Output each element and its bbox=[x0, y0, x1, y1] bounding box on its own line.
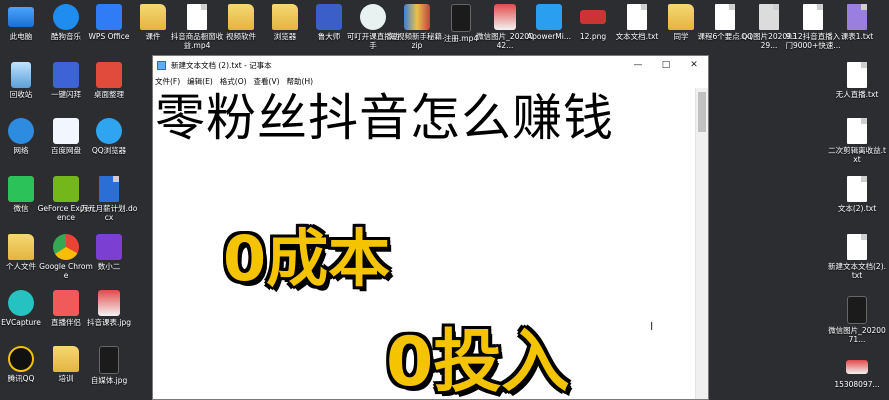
menu-help[interactable]: 帮助(H) bbox=[287, 76, 314, 87]
wanyuan-docx-icon[interactable]: 万元月薪计划.docx bbox=[80, 176, 138, 222]
overlay-text-zero-investment: 0投入 bbox=[386, 323, 570, 399]
live-icon bbox=[360, 4, 386, 30]
video-file-icon bbox=[451, 4, 471, 32]
text-file-icon bbox=[803, 4, 823, 30]
nvidia-icon bbox=[53, 176, 79, 202]
text-file-icon bbox=[847, 176, 867, 202]
text-file-icon bbox=[847, 62, 867, 88]
computer-icon bbox=[8, 7, 34, 27]
close-button[interactable]: ✕ bbox=[680, 56, 708, 74]
folder-icon bbox=[668, 4, 694, 30]
notepad-icon bbox=[157, 60, 166, 70]
new-doc2-txt-icon[interactable]: 新建文本文档(2).txt bbox=[828, 234, 886, 280]
text-editor[interactable]: 零粉丝抖音怎么赚钱 0成本 0投入 I bbox=[153, 88, 696, 399]
video-file-icon bbox=[187, 4, 207, 30]
trash-icon bbox=[11, 62, 31, 88]
image-icon bbox=[494, 4, 516, 30]
folder-icon bbox=[228, 4, 254, 30]
lightning-icon bbox=[53, 62, 79, 88]
menu-edit[interactable]: 编辑(E) bbox=[187, 76, 213, 87]
text-file-icon bbox=[715, 4, 735, 30]
qq-browser-icon[interactable]: QQ浏览器 bbox=[80, 118, 138, 155]
image-icon bbox=[759, 4, 779, 30]
text-cursor-icon: I bbox=[650, 320, 654, 333]
mirror-icon bbox=[536, 4, 562, 30]
menu-view[interactable]: 查看(V) bbox=[254, 76, 280, 87]
image-icon bbox=[847, 296, 867, 324]
app-icon bbox=[96, 234, 122, 260]
course1-icon[interactable]: 课表1.txt bbox=[828, 4, 886, 41]
penguin-icon bbox=[8, 346, 34, 372]
folder-icon bbox=[53, 346, 79, 372]
chrome-logo-icon bbox=[53, 234, 79, 260]
image-icon bbox=[580, 10, 606, 24]
image-icon bbox=[846, 360, 868, 374]
cloud-icon bbox=[53, 118, 79, 144]
jpg-course-icon[interactable]: 抖音课表.jpg bbox=[80, 290, 138, 327]
overlay-text-zero-cost: 0成本 bbox=[223, 222, 391, 295]
document-icon bbox=[99, 176, 119, 202]
shuxiao-icon[interactable]: 数小二 bbox=[80, 234, 138, 271]
menu-bar: 文件(F) 编辑(E) 格式(O) 查看(V) 帮助(H) bbox=[153, 74, 708, 88]
live-income-txt-icon[interactable]: 无人直播.txt bbox=[828, 62, 886, 99]
chat-icon bbox=[8, 176, 34, 202]
desktop-clean-icon[interactable]: 桌面整理 bbox=[80, 62, 138, 99]
window-title: 新建文本文档 (2).txt - 记事本 bbox=[171, 60, 272, 70]
image-icon bbox=[98, 290, 120, 316]
globe-icon bbox=[8, 118, 34, 144]
image-icon bbox=[99, 346, 119, 374]
live-icon bbox=[53, 290, 79, 316]
record-icon bbox=[8, 290, 34, 316]
menu-file[interactable]: 文件(F) bbox=[155, 76, 180, 87]
title-bar[interactable]: 新建文本文档 (2).txt - 记事本 — □ ✕ bbox=[153, 56, 708, 74]
wps-logo-icon bbox=[96, 4, 122, 30]
vertical-scrollbar[interactable] bbox=[695, 88, 708, 399]
text-file-icon bbox=[627, 4, 647, 30]
editor-text-line: 零粉丝抖音怎么赚钱 bbox=[155, 89, 614, 147]
selfie-jpg-icon[interactable]: 自媒体.jpg bbox=[80, 346, 138, 385]
erci-txt-icon[interactable]: 二次剪辑离收益.txt bbox=[828, 118, 886, 164]
music-icon bbox=[53, 4, 79, 30]
wechat-img2-icon[interactable]: 微信图片_2020071... bbox=[828, 296, 886, 344]
browser-icon bbox=[96, 118, 122, 144]
scrollbar-thumb[interactable] bbox=[698, 92, 706, 132]
folder-icon bbox=[272, 4, 298, 30]
folder-icon bbox=[140, 4, 166, 30]
notepad-window[interactable]: 新建文本文档 (2).txt - 记事本 — □ ✕ 文件(F) 编辑(E) 格… bbox=[152, 55, 709, 400]
app-icon bbox=[316, 4, 342, 30]
text-file-icon bbox=[847, 118, 867, 144]
menu-format[interactable]: 格式(O) bbox=[220, 76, 247, 87]
maximize-button[interactable]: □ bbox=[652, 56, 680, 74]
text-file-icon bbox=[847, 4, 867, 30]
wenben2-txt-icon[interactable]: 文本(2).txt bbox=[828, 176, 886, 213]
archive-icon bbox=[404, 4, 430, 30]
text-file-icon bbox=[847, 234, 867, 260]
organize-icon bbox=[96, 62, 122, 88]
minimize-button[interactable]: — bbox=[624, 56, 652, 74]
img1530-icon[interactable]: 15308097... bbox=[828, 356, 886, 389]
folder-icon bbox=[8, 234, 34, 260]
